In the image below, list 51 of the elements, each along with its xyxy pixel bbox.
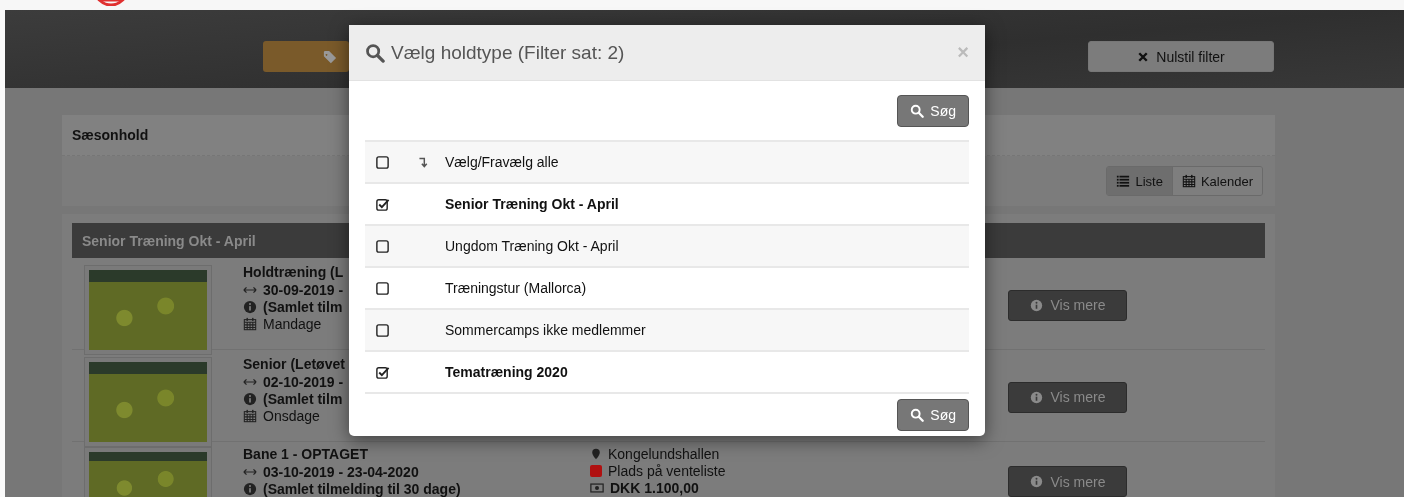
arrow-down-icon [416,155,430,169]
filter-button[interactable] [263,41,349,72]
location-icon [590,448,602,460]
show-more-button[interactable]: Vis mere [1008,466,1127,497]
modal-title: Vælg holdtype (Filter sat: 2) [391,41,626,64]
calendar-icon [1181,174,1196,188]
show-more-button[interactable]: Vis mere [1008,289,1127,321]
status-text: Plads på venteliste [608,463,726,479]
search-icon [365,42,385,63]
location: Kongelundshallen [608,446,720,462]
search-button[interactable]: Søg [897,94,969,127]
checkbox-icon [375,280,390,296]
info-icon [243,392,257,406]
money-icon [590,481,604,495]
close-icon [1137,50,1150,63]
checkbox-icon [375,322,390,338]
filter-option[interactable]: Ungdom Træning Okt - April [365,226,969,268]
group-title: Senior Træning Okt - April [82,232,256,249]
team-title: Holdtræning (L [243,264,345,280]
tag-icon [323,49,337,64]
signup-info: (Samlet tilmelding til 30 dage) [263,481,461,497]
list-icon [1116,174,1131,188]
date-range: 03-10-2019 - 23-04-2020 [263,464,419,480]
signup-info: (Samlet tilm [263,391,343,407]
team-title: Bane 1 - OPTAGET [243,446,369,462]
checked-checkbox-icon [375,196,390,212]
filter-option[interactable]: Sommercamps ikke medlemmer [365,310,969,352]
price: DKK 1.100,00 [610,480,699,496]
date-range: 02-10-2019 - [263,374,344,390]
filter-option[interactable]: Vælg/Fravælg alle [365,142,969,184]
reset-filter-button[interactable]: Nulstil filter [1088,41,1274,72]
info-icon [1029,390,1043,404]
calendar-icon [243,317,257,331]
search-icon [910,103,925,118]
weekday: Onsdage [263,408,320,424]
checked-checkbox-icon [375,364,390,380]
panel-title: Sæsonhold [72,127,149,143]
info-icon [1029,475,1043,488]
view-toggle-button[interactable]: Liste [1107,167,1172,195]
checkbox-icon [375,238,390,254]
weekday: Mandage [263,316,322,332]
show-more-button[interactable]: Vis mere [1008,381,1127,413]
date-range: 30-09-2019 - [263,282,344,298]
calendar-icon [243,409,257,423]
search-button[interactable]: Søg [897,399,969,431]
info-icon [1029,298,1043,312]
info-icon [243,300,257,314]
signup-info: (Samlet tilm [263,299,343,315]
view-toggle-button[interactable]: Kalender [1171,167,1262,195]
checkbox-icon [375,154,390,170]
search-icon [910,408,925,422]
